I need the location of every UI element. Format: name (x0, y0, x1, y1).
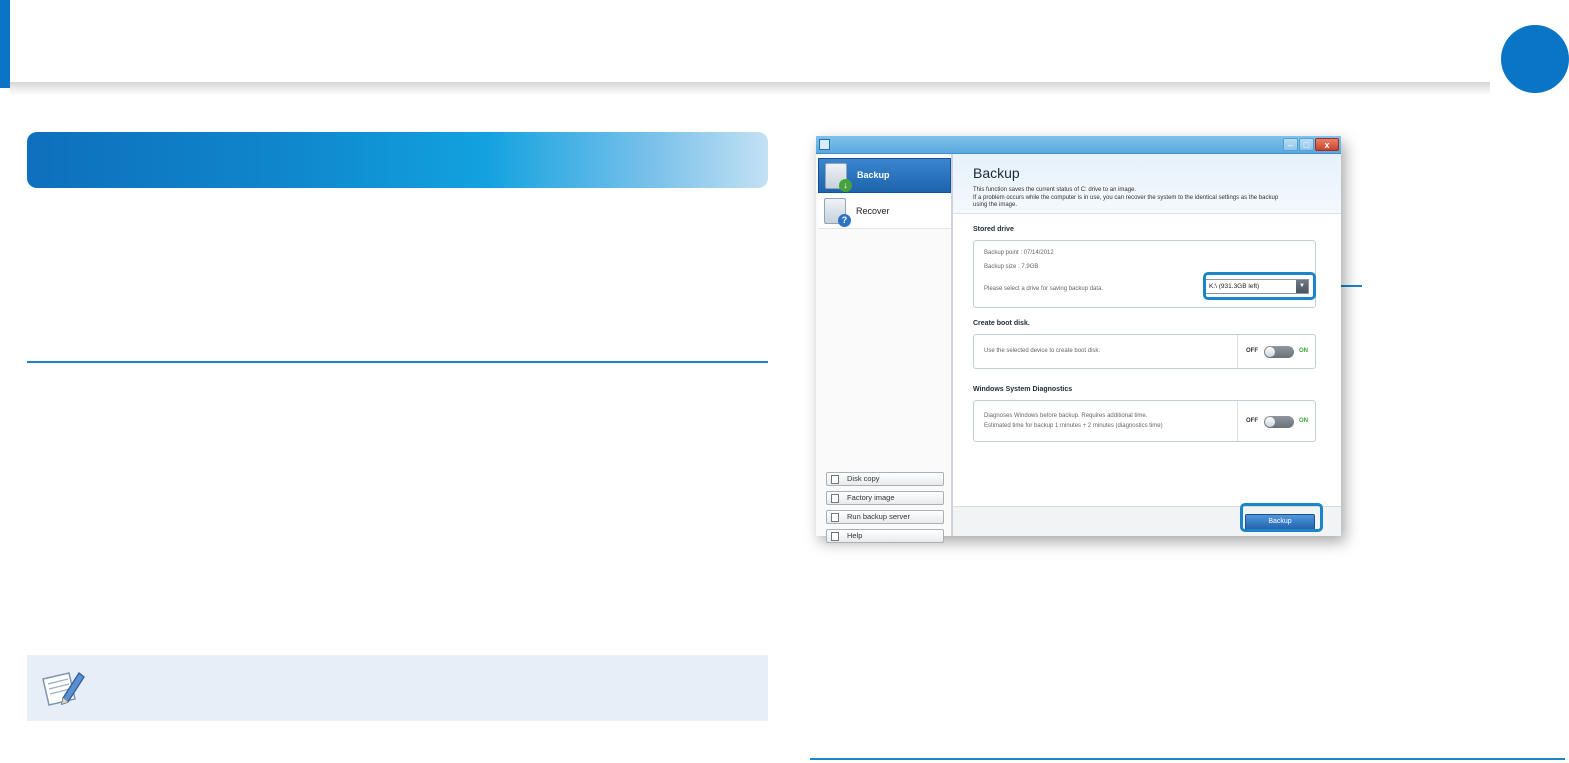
manual-page: – □ x ↓ Backup ? Recover Disk copy Facto… (0, 0, 1569, 763)
factory-image-button[interactable]: Factory image (826, 491, 944, 505)
disk-copy-button[interactable]: Disk copy (826, 472, 944, 486)
boot-disk-toggle-area: OFF ON (1237, 335, 1315, 368)
header-divider (10, 82, 1490, 96)
diagnostics-heading: Windows System Diagnostics (973, 386, 1073, 393)
backup-app-window: – □ x ↓ Backup ? Recover Disk copy Facto… (816, 136, 1341, 543)
recover-drive-icon: ? (824, 198, 851, 227)
help-button[interactable]: Help (826, 529, 944, 543)
run-backup-server-label: Run backup server (847, 512, 910, 521)
toggle-off-label: OFF (1246, 418, 1258, 424)
factory-image-label: Factory image (847, 493, 895, 502)
sidebar-item-label: Recover (856, 206, 890, 216)
app-window-icon (819, 139, 830, 150)
question-icon: ? (838, 214, 851, 227)
boot-disk-toggle[interactable] (1264, 346, 1294, 358)
diagnostics-toggle[interactable] (1264, 416, 1294, 428)
section-divider-right (810, 758, 1565, 760)
toggle-on-label: ON (1299, 418, 1308, 424)
diagnostics-text-line1: Diagnoses Windows before backup. Require… (984, 413, 1148, 419)
close-button[interactable]: x (1315, 138, 1339, 151)
toggle-off-label: OFF (1246, 348, 1258, 354)
main-header: Backup This function saves the current s… (953, 154, 1341, 214)
diagnostics-text-line2: Estimated time for backup 1 minutes + 2 … (984, 423, 1163, 429)
page-description: This function saves the current status o… (973, 187, 1338, 210)
pencil-note-icon (42, 672, 85, 706)
note-box (27, 655, 768, 721)
section-banner (27, 132, 768, 188)
stored-drive-heading: Stored drive (973, 226, 1014, 233)
description-line: If a problem occurs while the computer i… (973, 194, 1279, 201)
backup-drive-icon: ↓ (825, 163, 852, 192)
boot-disk-panel: Use the selected device to create boot d… (973, 334, 1316, 369)
sidebar-item-label: Backup (857, 170, 890, 180)
disk-copy-icon (831, 475, 839, 484)
header-accent-bar (0, 0, 10, 88)
section-divider-left (27, 361, 768, 363)
drive-hint-text: Please select a drive for saving backup … (984, 286, 1104, 292)
toggle-knob (1265, 347, 1275, 357)
minimize-button[interactable]: – (1283, 138, 1298, 151)
help-label: Help (847, 531, 863, 540)
app-sidebar: ↓ Backup ? Recover Disk copy Factory ima… (816, 154, 953, 543)
toggle-knob (1265, 417, 1275, 427)
toggle-on-label: ON (1299, 348, 1308, 354)
sidebar-item-recover[interactable]: ? Recover (818, 194, 951, 229)
description-line: This function saves the current status o… (973, 187, 1137, 193)
backup-point-text: Backup point : 07/14/2012 (984, 250, 1054, 256)
maximize-button[interactable]: □ (1299, 138, 1314, 151)
drive-select-highlight (1203, 272, 1316, 300)
boot-disk-text: Use the selected device to create boot d… (984, 348, 1101, 354)
disk-copy-label: Disk copy (847, 474, 880, 483)
app-main-panel: Backup This function saves the current s… (953, 154, 1341, 536)
boot-disk-heading: Create boot disk. (973, 320, 1030, 327)
page-title: Backup (973, 165, 1020, 181)
chapter-marker (1501, 25, 1569, 93)
run-backup-server-button[interactable]: Run backup server (826, 510, 944, 524)
download-arrow-icon: ↓ (839, 179, 852, 192)
description-line: using the image. (973, 202, 1018, 208)
backup-size-text: Backup size : 7.9GB (984, 264, 1039, 270)
sidebar-item-backup[interactable]: ↓ Backup (818, 158, 951, 193)
backup-button-highlight (1240, 503, 1323, 532)
help-icon (831, 532, 839, 541)
factory-image-icon (831, 494, 839, 503)
server-icon (831, 513, 839, 522)
window-titlebar: – □ x (816, 136, 1341, 154)
diagnostics-panel: Diagnoses Windows before backup. Require… (973, 400, 1316, 442)
diagnostics-toggle-area: OFF ON (1237, 401, 1315, 441)
